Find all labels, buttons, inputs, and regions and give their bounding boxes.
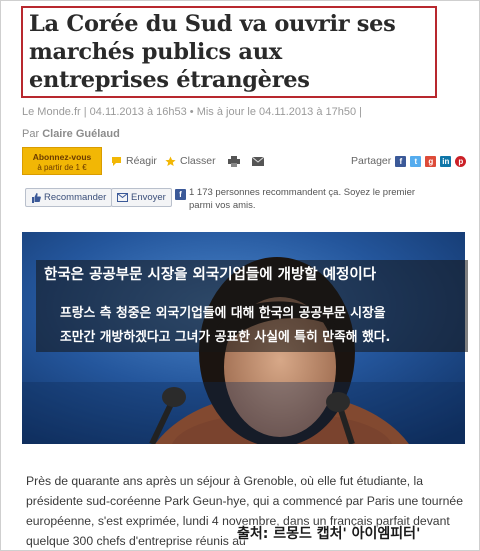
source-credit: 출처: 르몽드 캡처' 아이엠피터'	[237, 526, 421, 542]
recommend-label: Recommander	[44, 192, 107, 203]
share-bar: Partager f t g in p	[351, 155, 467, 167]
byline-author[interactable]: Claire Guélaud	[42, 128, 120, 140]
send-label: Envoyer	[131, 192, 166, 203]
mail-icon[interactable]	[252, 157, 264, 166]
star-icon	[165, 156, 176, 166]
headline-highlight: La Corée du Sud va ouvrir ses marchés pu…	[21, 6, 437, 98]
pinterest-icon[interactable]: p	[455, 155, 467, 167]
byline: Par Claire Guélaud	[22, 128, 120, 140]
react-label: Réagir	[126, 155, 157, 167]
react-button[interactable]: Réagir	[111, 155, 157, 167]
korean-caption-line-1: 프랑스 측 청중은 외국기업들에 대해 한국의 공공부문 시장을	[60, 306, 386, 321]
subscribe-button[interactable]: Abonnez-vous à partir de 1 €	[22, 147, 102, 175]
twitter-icon[interactable]: t	[410, 155, 422, 167]
social-recommend-bar: Recommander Envoyer f 1 173 personnes re…	[25, 186, 465, 216]
article-line-2: présidente sud-coréenne Park Geun-hye, q…	[26, 494, 463, 508]
send-button[interactable]: Envoyer	[111, 188, 172, 207]
classer-label: Classer	[180, 155, 216, 167]
facebook-small-icon: f	[175, 189, 186, 200]
linkedin-icon[interactable]: in	[440, 155, 452, 167]
google-plus-icon[interactable]: g	[425, 155, 437, 167]
facebook-count-text: 1 173 personnes recommandent ça. Soyez l…	[189, 187, 416, 211]
print-icon[interactable]	[228, 156, 240, 167]
article-headline: La Corée du Sud va ouvrir ses marchés pu…	[29, 11, 396, 93]
article-meta: Le Monde.fr | 04.11.2013 à 16h53 • Mis à…	[22, 106, 363, 118]
subscribe-line2: à partir de 1 €	[37, 163, 87, 172]
article-toolbar: Abonnez-vous à partir de 1 € Réagir Clas…	[22, 147, 478, 177]
facebook-icon[interactable]: f	[395, 155, 407, 167]
korean-caption-body: 프랑스 측 청중은 외국기업들에 대해 한국의 공공부문 시장을 조만간 개방하…	[60, 302, 470, 350]
subscribe-line1: Abonnez-vous	[32, 152, 92, 162]
share-label: Partager	[351, 155, 392, 167]
korean-caption-title: 한국은 공공부문 시장을 외국기업들에 개방할 예정이다	[44, 267, 377, 283]
comment-icon	[112, 156, 121, 166]
recommend-button[interactable]: Recommander	[25, 188, 113, 207]
classer-button[interactable]: Classer	[165, 155, 216, 167]
article-line-1: Près de quarante ans après un séjour à G…	[26, 474, 424, 488]
byline-prefix: Par	[22, 128, 40, 140]
envelope-icon	[117, 193, 128, 202]
thumbs-up-icon	[32, 192, 41, 203]
korean-caption-line-2: 조만간 개방하겠다고 그녀가 공표한 사실에 특히 만족해 했다.	[60, 330, 391, 345]
